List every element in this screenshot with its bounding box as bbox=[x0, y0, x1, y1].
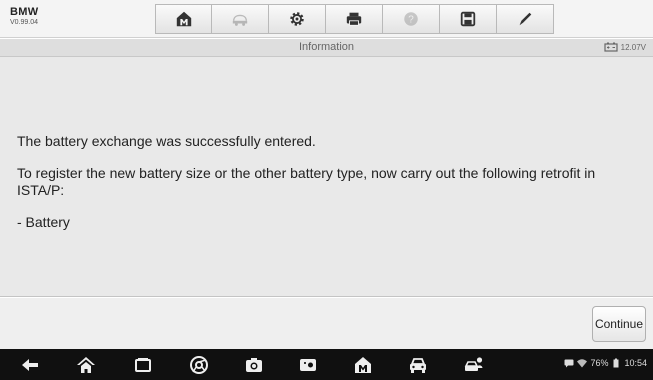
home-button[interactable] bbox=[155, 4, 212, 34]
print-icon bbox=[346, 12, 362, 26]
voltage-value: 12.07V bbox=[620, 42, 646, 52]
back-button[interactable] bbox=[19, 354, 41, 376]
brand-name: BMW bbox=[10, 6, 39, 18]
vehicle-button[interactable] bbox=[407, 354, 429, 376]
battery-voltage: 12.07V bbox=[604, 42, 646, 52]
message-line-1: The battery exchange was successfully en… bbox=[17, 133, 316, 149]
screen-capture-icon bbox=[300, 359, 316, 371]
message-line-3: - Battery bbox=[17, 214, 70, 230]
help-button[interactable]: ? bbox=[383, 4, 440, 34]
camera-icon bbox=[246, 358, 262, 372]
edit-icon bbox=[519, 12, 532, 26]
continue-button[interactable]: Continue bbox=[592, 306, 646, 342]
wifi-icon bbox=[577, 359, 588, 368]
message-line-2: To register the new battery size or the … bbox=[17, 165, 596, 198]
message-text: The battery exchange was successfully en… bbox=[17, 133, 642, 246]
info-bar: Information 12.07V bbox=[0, 39, 653, 57]
settings-icon bbox=[290, 12, 304, 26]
edit-button[interactable] bbox=[497, 4, 554, 34]
browser-icon bbox=[190, 356, 208, 374]
message-panel: The battery exchange was successfully en… bbox=[0, 57, 653, 297]
action-footer: Continue bbox=[0, 298, 653, 349]
battery-icon bbox=[613, 358, 619, 368]
save-button[interactable] bbox=[440, 4, 497, 34]
message-icon bbox=[564, 359, 574, 368]
print-button[interactable] bbox=[326, 4, 383, 34]
software-version: V0.99.04 bbox=[10, 19, 39, 26]
system-navigation-bar: 76% 10:54 bbox=[0, 349, 653, 380]
help-icon: ? bbox=[404, 12, 418, 26]
autel-home-icon bbox=[355, 357, 371, 373]
car-battery-icon bbox=[604, 42, 618, 52]
top-toolbar: BMW V0.99.04 ? bbox=[0, 0, 653, 38]
camera-button[interactable] bbox=[243, 354, 265, 376]
toolbar-buttons: ? bbox=[155, 4, 554, 34]
android-home-button[interactable] bbox=[75, 354, 97, 376]
vehicle-swap-button[interactable] bbox=[212, 4, 269, 34]
home-icon bbox=[176, 11, 191, 27]
svg-text:?: ? bbox=[408, 15, 414, 26]
save-icon bbox=[460, 11, 476, 27]
page-title: Information bbox=[298, 41, 355, 53]
autel-home-button[interactable] bbox=[352, 354, 374, 376]
vehicle-icon bbox=[410, 358, 426, 373]
recent-apps-button[interactable] bbox=[132, 354, 154, 376]
browser-button[interactable] bbox=[188, 354, 210, 376]
status-area: 76% 10:54 bbox=[564, 358, 647, 368]
screen-capture-button[interactable] bbox=[297, 354, 319, 376]
vci-icon bbox=[464, 357, 483, 371]
home-icon bbox=[77, 357, 95, 373]
vehicle-swap-icon bbox=[232, 14, 248, 26]
clock: 10:54 bbox=[624, 358, 647, 368]
back-icon bbox=[22, 359, 38, 371]
battery-percent: 76% bbox=[590, 358, 609, 368]
vci-button[interactable] bbox=[463, 354, 485, 376]
recent-apps-icon bbox=[135, 358, 151, 372]
settings-button[interactable] bbox=[269, 4, 326, 34]
brand-block: BMW V0.99.04 bbox=[10, 6, 100, 28]
